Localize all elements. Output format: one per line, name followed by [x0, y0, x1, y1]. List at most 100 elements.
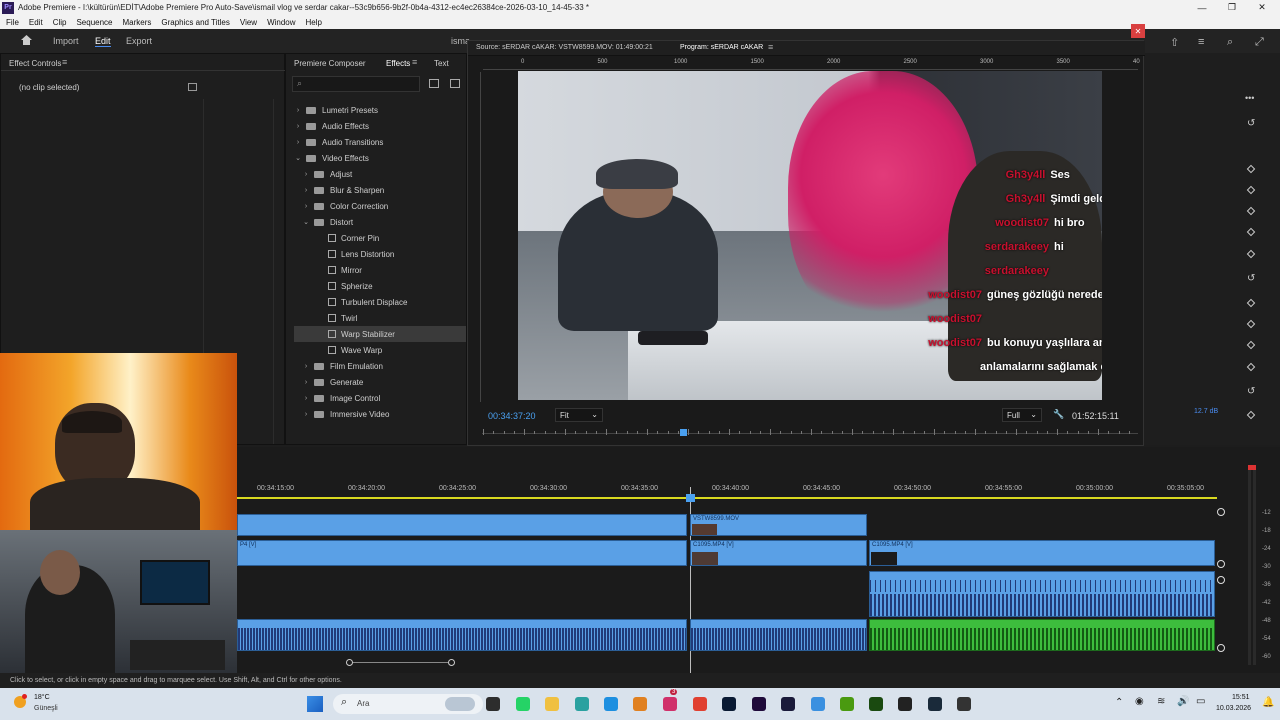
- tl-scrollbar[interactable]: [353, 662, 448, 663]
- home-icon[interactable]: [20, 34, 33, 46]
- keyframe-diamond-icon[interactable]: [1246, 164, 1256, 174]
- more-icon[interactable]: •••: [1245, 93, 1254, 103]
- folder-icon[interactable]: [545, 697, 559, 711]
- chrome-icon-2[interactable]: [693, 697, 707, 711]
- source-tab[interactable]: Source: sERDAR cAKAR: VSTW8599.MOV: 01:4…: [476, 44, 653, 51]
- search-icon[interactable]: ⌕: [1227, 36, 1233, 49]
- effects-folder[interactable]: › Color Correction: [294, 198, 466, 214]
- tray-network-icon[interactable]: ◉: [1135, 696, 1144, 707]
- effects-folder[interactable]: › Audio Effects: [294, 118, 466, 134]
- clip-v1-left[interactable]: P4 [V]: [237, 540, 687, 566]
- audio-clip-a2-left[interactable]: [237, 619, 687, 651]
- fullscreen-icon[interactable]: ⤢: [1255, 36, 1264, 49]
- reset-icon[interactable]: ↺: [1247, 118, 1255, 129]
- menu-markers[interactable]: Markers: [123, 18, 152, 27]
- windows-start-icon[interactable]: [307, 696, 323, 712]
- menu-sequence[interactable]: Sequence: [76, 18, 112, 27]
- app-icon[interactable]: [957, 697, 971, 711]
- chevron-down-icon[interactable]: ⌄: [302, 218, 310, 226]
- clip-v2-left[interactable]: [237, 514, 687, 536]
- tab-export[interactable]: Export: [126, 36, 152, 46]
- menu-edit[interactable]: Edit: [29, 18, 43, 27]
- tab-import[interactable]: Import: [53, 36, 79, 46]
- media-encoder-icon[interactable]: [781, 697, 795, 711]
- minimize-button[interactable]: —: [1190, 0, 1214, 15]
- menu-graphics[interactable]: Graphics and Titles: [161, 18, 229, 27]
- effects-folder[interactable]: › Audio Transitions: [294, 134, 466, 150]
- steam-icon[interactable]: [928, 697, 942, 711]
- photoshop-icon[interactable]: [722, 697, 736, 711]
- program-menu-icon[interactable]: ≡: [768, 42, 773, 52]
- close-icon[interactable]: ✕: [1131, 24, 1145, 38]
- effects-folder[interactable]: › Image Control: [294, 390, 466, 406]
- audio-clip-a1-right[interactable]: [869, 571, 1215, 617]
- effect-controls-tab[interactable]: Effect Controls: [9, 59, 61, 68]
- menu-file[interactable]: File: [6, 18, 19, 27]
- tray-speaker-icon[interactable]: 🔊: [1177, 696, 1189, 707]
- clock-time[interactable]: 15:51: [1232, 694, 1250, 701]
- chevron-down-icon[interactable]: ⌄: [294, 154, 302, 162]
- audio-clip-a2-mid[interactable]: [690, 619, 867, 651]
- chevron-right-icon[interactable]: ›: [302, 203, 310, 210]
- menu-view[interactable]: View: [240, 18, 257, 27]
- reset-icon-2[interactable]: ↺: [1247, 273, 1255, 284]
- playhead-handle[interactable]: [686, 494, 695, 502]
- keyframe-diamond-icon[interactable]: [1246, 340, 1256, 350]
- maximize-button[interactable]: ❐: [1220, 0, 1244, 15]
- tray-battery-icon[interactable]: ▭: [1196, 696, 1205, 707]
- tray-wifi-icon[interactable]: ≋: [1157, 696, 1165, 707]
- effects-item[interactable]: Turbulent Displace: [294, 294, 466, 310]
- program-timecode[interactable]: 00:34:37:20: [488, 411, 536, 421]
- chevron-right-icon[interactable]: ›: [294, 139, 302, 146]
- wrench-icon[interactable]: 🔧: [1053, 409, 1064, 420]
- effects-folder[interactable]: › Film Emulation: [294, 358, 466, 374]
- track-scroll-handle[interactable]: [1217, 644, 1225, 652]
- chevron-right-icon[interactable]: ›: [302, 171, 310, 178]
- notification-bell-icon[interactable]: 🔔: [1262, 697, 1274, 708]
- keyframe-diamond-icon[interactable]: [1246, 227, 1256, 237]
- chevron-right-icon[interactable]: ›: [302, 363, 310, 370]
- share-icon[interactable]: ⇧: [1170, 36, 1179, 49]
- clip-v1-mid[interactable]: C1095.MP4 [V]: [690, 540, 867, 566]
- tab-edit[interactable]: Edit: [95, 36, 111, 47]
- nvidia-icon[interactable]: [840, 697, 854, 711]
- premiere-icon[interactable]: [752, 697, 766, 711]
- tray-chevron-up-icon[interactable]: ⌃: [1115, 697, 1123, 708]
- chevron-right-icon[interactable]: ›: [294, 123, 302, 130]
- keyframe-diamond-icon[interactable]: [1246, 298, 1256, 308]
- effects-item[interactable]: Spherize: [294, 278, 466, 294]
- edge-icon[interactable]: [604, 697, 618, 711]
- store-icon[interactable]: [633, 697, 647, 711]
- playhead-marker[interactable]: [680, 429, 687, 436]
- track-scroll-handle[interactable]: [1217, 508, 1225, 516]
- clip-v2-mid[interactable]: VSTW8599.MOV: [690, 514, 867, 536]
- effects-item[interactable]: Lens Distortion: [294, 246, 466, 262]
- effects-folder[interactable]: ⌄ Video Effects: [294, 150, 466, 166]
- effects-item[interactable]: Mirror: [294, 262, 466, 278]
- menu-lines-icon[interactable]: ≡: [1198, 36, 1204, 48]
- effects-item[interactable]: Wave Warp: [294, 342, 466, 358]
- effects-folder[interactable]: ⌄ Distort: [294, 214, 466, 230]
- effects-search-input[interactable]: ⌕: [292, 76, 420, 92]
- menu-window[interactable]: Window: [267, 18, 295, 27]
- menu-clip[interactable]: Clip: [53, 18, 67, 27]
- taskbar-search-input[interactable]: ⌕ Ara: [333, 694, 483, 714]
- effects-item[interactable]: Corner Pin: [294, 230, 466, 246]
- close-window-button[interactable]: ✕: [1250, 0, 1274, 15]
- fit-select[interactable]: Fit ⌄: [555, 408, 603, 422]
- program-tab[interactable]: Program: sERDAR cAKAR: [680, 44, 763, 51]
- effects-item[interactable]: Warp Stabilizer: [294, 326, 466, 342]
- effects-folder[interactable]: › Blur & Sharpen: [294, 182, 466, 198]
- keyframe-diamond-icon[interactable]: [1246, 319, 1256, 329]
- tool-icon[interactable]: [811, 697, 825, 711]
- clip-v1-right[interactable]: C1095.MP4 [V]: [869, 540, 1215, 566]
- audio-clip-a2-right[interactable]: [869, 619, 1215, 651]
- file-explorer-icon[interactable]: [486, 697, 500, 711]
- keyframe-diamond-icon[interactable]: [1246, 185, 1256, 195]
- instagram-icon[interactable]: [663, 697, 677, 711]
- keyframe-diamond-icon[interactable]: [1246, 249, 1256, 259]
- keyframe-diamond-icon[interactable]: [1246, 362, 1256, 372]
- chevron-right-icon[interactable]: ›: [302, 187, 310, 194]
- track-scroll-handle[interactable]: [1217, 560, 1225, 568]
- tab-premiere-composer[interactable]: Premiere Composer: [294, 59, 366, 68]
